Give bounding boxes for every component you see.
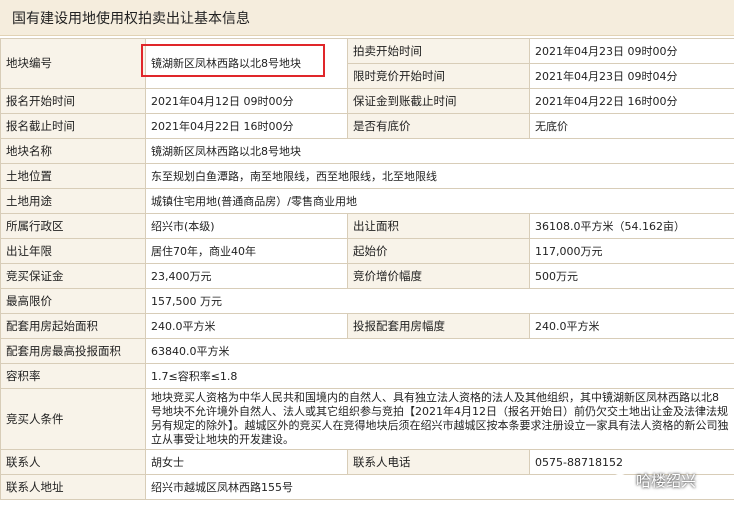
reg-end-label: 报名截止时间	[0, 113, 146, 139]
title-bar: 国有建设用地使用权拍卖出让基本信息	[0, 0, 734, 36]
far-value: 1.7≤容积率≤1.8	[145, 363, 734, 389]
usage-label: 土地用途	[0, 188, 146, 214]
bid-deposit-label: 竞买保证金	[0, 263, 146, 289]
table-row: 地块名称 镜湖新区凤林西路以北8号地块	[0, 138, 734, 164]
plot-no-value: 镜湖新区凤林西路以北8号地块	[145, 38, 348, 89]
district-value: 绍兴市(本级)	[145, 213, 348, 239]
table-row: 地块编号 镜湖新区凤林西路以北8号地块 拍卖开始时间 2021年04月23日 0…	[0, 38, 734, 89]
plot-name-label: 地块名称	[0, 138, 146, 164]
table-row: 报名开始时间 2021年04月12日 09时00分 保证金到账截止时间 2021…	[0, 88, 734, 114]
housing-bid-step-label: 投报配套用房幅度	[347, 313, 530, 339]
limited-bid-start-label: 限时竞价开始时间	[347, 63, 530, 89]
plot-name-value: 镜湖新区凤林西路以北8号地块	[145, 138, 734, 164]
table-row: 所属行政区 绍兴市(本级) 出让面积 36108.0平方米（54.162亩）	[0, 213, 734, 239]
district-label: 所属行政区	[0, 213, 146, 239]
reg-start-label: 报名开始时间	[0, 88, 146, 114]
table-row: 土地用途 城镇住宅用地(普通商品房）/零售商业用地	[0, 188, 734, 214]
deposit-deadline-label: 保证金到账截止时间	[347, 88, 530, 114]
contact-value: 胡女士	[145, 449, 348, 475]
info-table: 地块编号 镜湖新区凤林西路以北8号地块 拍卖开始时间 2021年04月23日 0…	[0, 38, 734, 500]
reserve-price-label: 是否有底价	[347, 113, 530, 139]
max-price-value: 157,500 万元	[145, 288, 734, 314]
table-row: 竞买人条件 地块竞买人资格为中华人民共和国境内的自然人、具有独立法人资格的法人及…	[0, 388, 734, 450]
conditions-value: 地块竞买人资格为中华人民共和国境内的自然人、具有独立法人资格的法人及其他组织，其…	[145, 388, 734, 450]
table-row: 最高限价 157,500 万元	[0, 288, 734, 314]
phone-label: 联系人电话	[347, 449, 530, 475]
table-row: 容积率 1.7≤容积率≤1.8	[0, 363, 734, 389]
limited-bid-start-value: 2021年04月23日 09时04分	[529, 63, 734, 89]
table-row: 配套用房起始面积 240.0平方米 投报配套用房幅度 240.0平方米	[0, 313, 734, 339]
area-value: 36108.0平方米（54.162亩）	[529, 213, 734, 239]
page-title: 国有建设用地使用权拍卖出让基本信息	[12, 11, 250, 27]
housing-start-area-label: 配套用房起始面积	[0, 313, 146, 339]
location-value: 东至规划白鱼潭路，南至地限线，西至地限线，北至地限线	[145, 163, 734, 189]
table-row: 报名截止时间 2021年04月22日 16时00分 是否有底价 无底价	[0, 113, 734, 139]
table-row: 出让年限 居住70年，商业40年 起始价 117,000万元	[0, 238, 734, 264]
bid-deposit-value: 23,400万元	[145, 263, 348, 289]
plot-no-label: 地块编号	[0, 38, 146, 89]
increment-label: 竞价增价幅度	[347, 263, 530, 289]
housing-max-area-value: 63840.0平方米	[145, 338, 734, 364]
table-row: 土地位置 东至规划白鱼潭路，南至地限线，西至地限线，北至地限线	[0, 163, 734, 189]
table-row: 竞买保证金 23,400万元 竞价增价幅度 500万元	[0, 263, 734, 289]
address-label: 联系人地址	[0, 474, 146, 500]
term-value: 居住70年，商业40年	[145, 238, 348, 264]
page: 国有建设用地使用权拍卖出让基本信息 地块编号 镜湖新区凤林西路以北8号地块 拍卖…	[0, 0, 734, 515]
housing-bid-step-value: 240.0平方米	[529, 313, 734, 339]
conditions-label: 竞买人条件	[0, 388, 146, 450]
wechat-icon	[612, 473, 632, 489]
contact-label: 联系人	[0, 449, 146, 475]
far-label: 容积率	[0, 363, 146, 389]
max-price-label: 最高限价	[0, 288, 146, 314]
reg-end-value: 2021年04月22日 16时00分	[145, 113, 348, 139]
usage-value: 城镇住宅用地(普通商品房）/零售商业用地	[145, 188, 734, 214]
watermark-text: 哈楼绍兴	[636, 472, 697, 490]
reserve-price-value: 无底价	[529, 113, 734, 139]
location-label: 土地位置	[0, 163, 146, 189]
auction-start-label: 拍卖开始时间	[347, 38, 530, 64]
start-price-label: 起始价	[347, 238, 530, 264]
deposit-deadline-value: 2021年04月22日 16时00分	[529, 88, 734, 114]
increment-value: 500万元	[529, 263, 734, 289]
table-row: 配套用房最高投报面积 63840.0平方米	[0, 338, 734, 364]
start-price-value: 117,000万元	[529, 238, 734, 264]
reg-start-value: 2021年04月12日 09时00分	[145, 88, 348, 114]
housing-max-area-label: 配套用房最高投报面积	[0, 338, 146, 364]
area-label: 出让面积	[347, 213, 530, 239]
auction-start-value: 2021年04月23日 09时00分	[529, 38, 734, 64]
term-label: 出让年限	[0, 238, 146, 264]
housing-start-area-value: 240.0平方米	[145, 313, 348, 339]
watermark: 哈楼绍兴	[612, 470, 696, 491]
